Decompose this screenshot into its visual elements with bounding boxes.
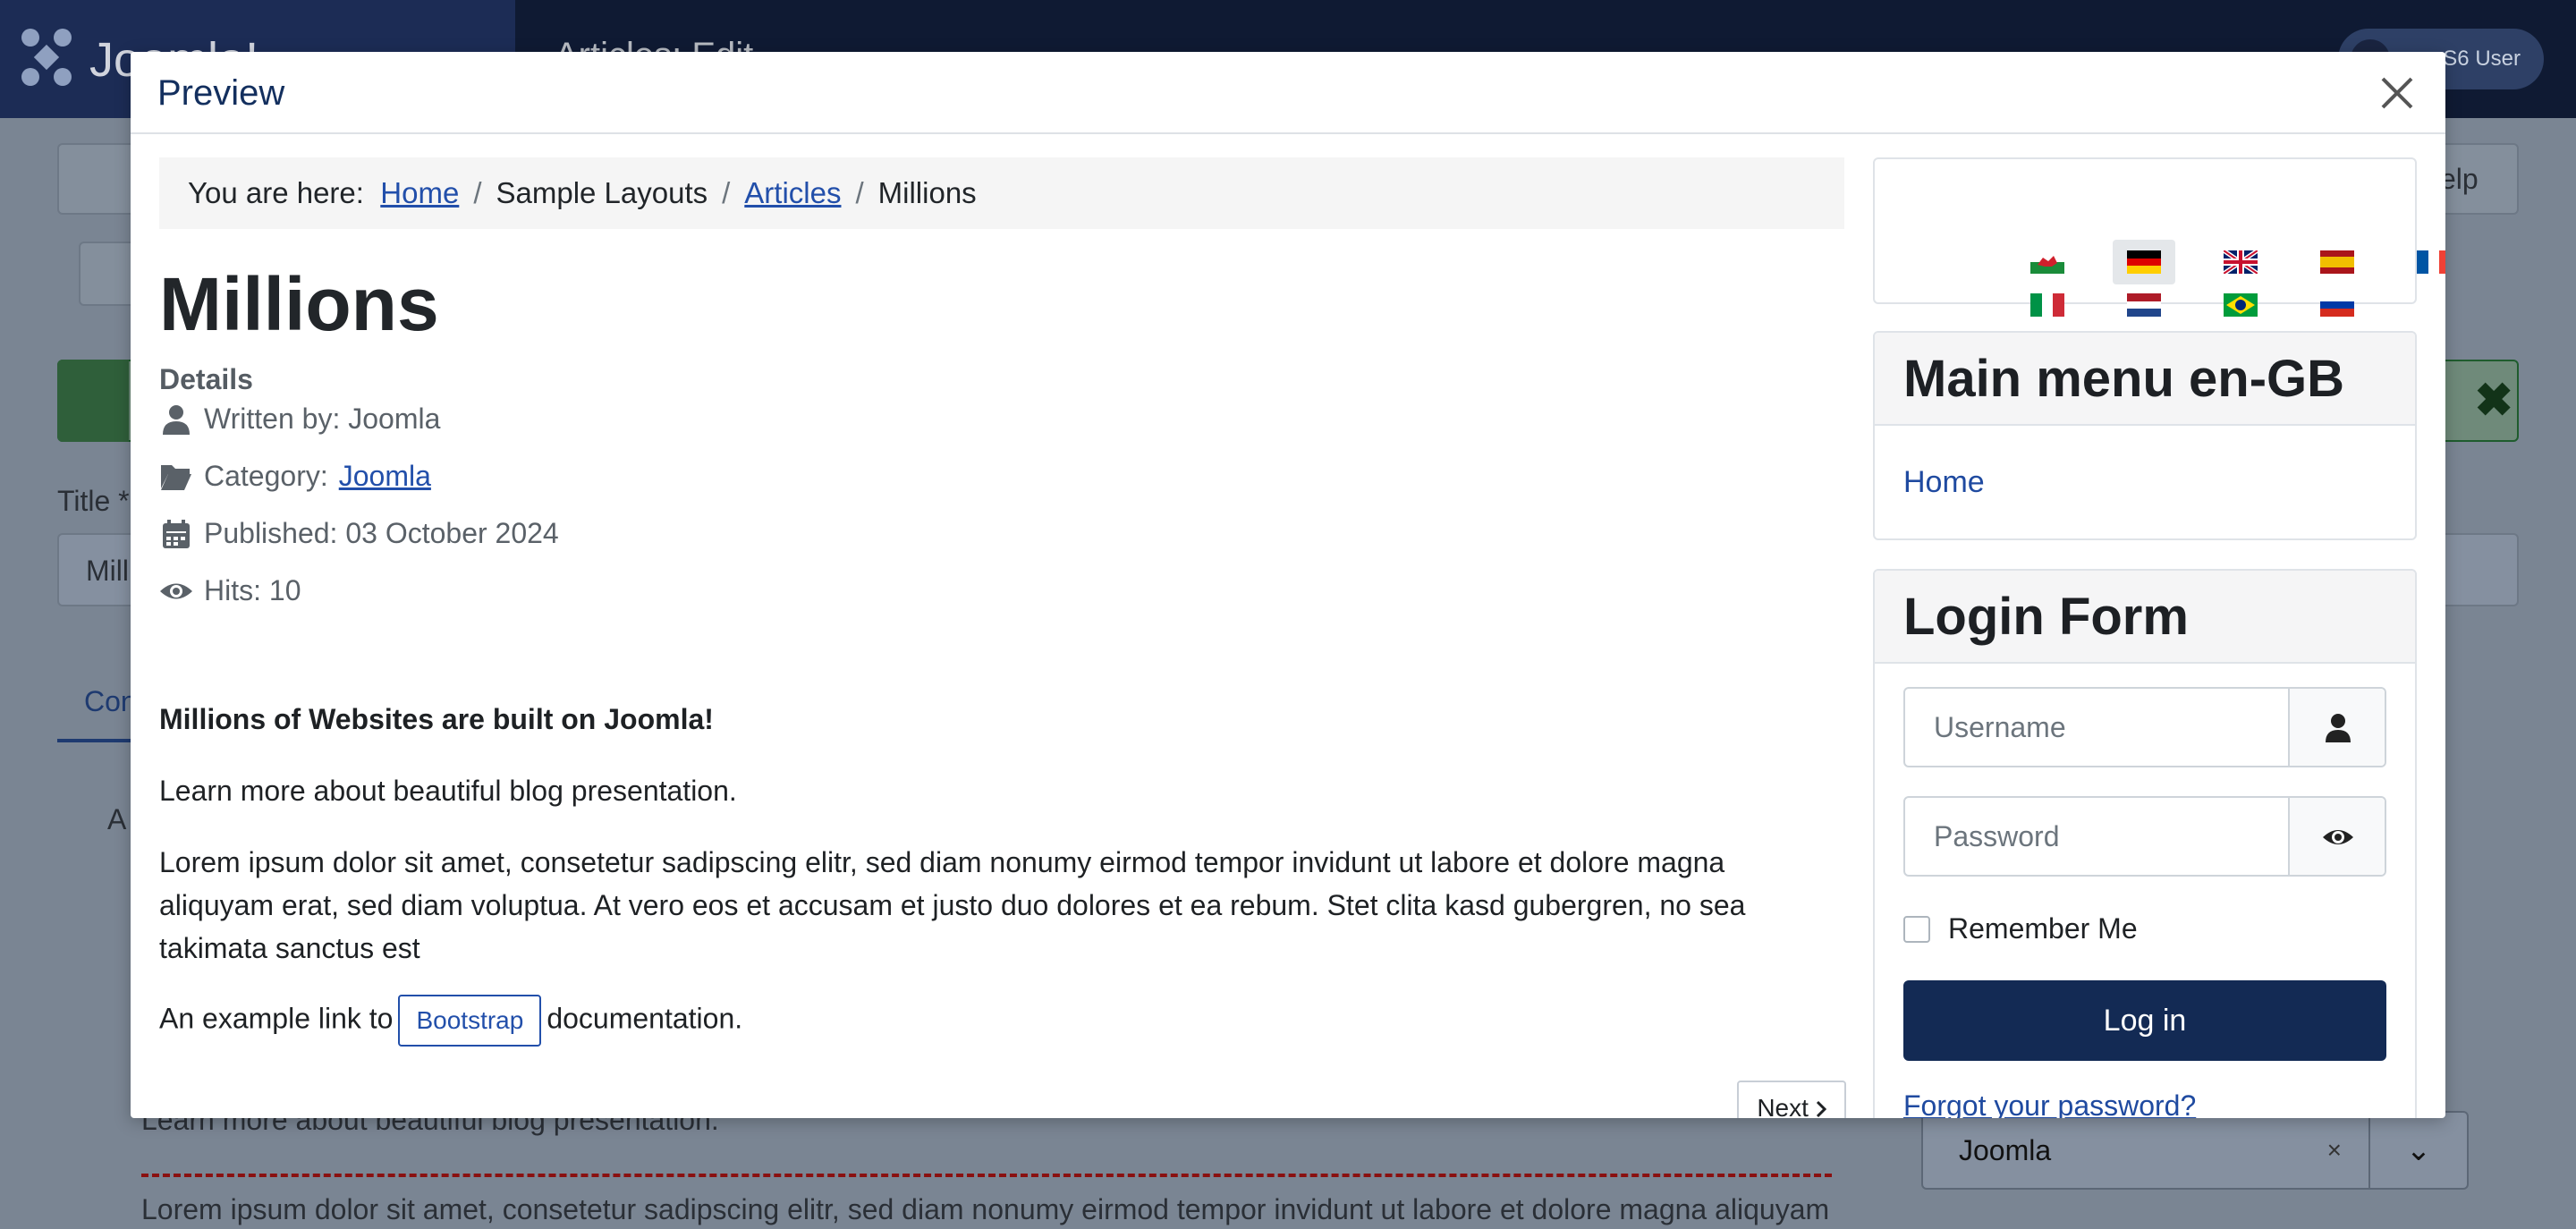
password-input[interactable]: Password <box>1903 796 2386 877</box>
author-text: Written by: Joomla <box>204 403 441 435</box>
breadcrumb-home[interactable]: Home <box>380 176 459 209</box>
category-meta: Category: Joomla <box>159 460 431 493</box>
link-paragraph: An example link to Bootstrap documentation… <box>159 995 1844 1047</box>
tab-content[interactable]: Con <box>84 685 137 718</box>
close-icon[interactable]: ✖ <box>2474 374 2513 428</box>
title-label: Title * <box>57 485 130 517</box>
user-label: S6 User <box>2443 47 2521 71</box>
field-label: A <box>107 803 127 835</box>
category-select-bg[interactable]: Joomla × ⌄ <box>1921 1111 2469 1190</box>
tab-underline <box>57 739 134 742</box>
breadcrumb-prefix: You are here: <box>188 176 364 209</box>
user-icon <box>2326 714 2351 742</box>
eye-icon <box>160 583 192 598</box>
close-icon[interactable] <box>2374 70 2420 116</box>
chevron-down-icon[interactable]: ⌄ <box>2368 1113 2467 1188</box>
login-title: Login Form <box>1875 571 2415 664</box>
folder-open-icon <box>161 464 191 490</box>
modal-header: Preview <box>131 52 2445 134</box>
success-alert-icon-box <box>57 360 129 442</box>
eye-icon <box>2323 830 2353 844</box>
category-link[interactable]: Joomla <box>339 460 431 493</box>
login-button[interactable]: Log in <box>1903 980 2386 1061</box>
hits-meta: Hits: 10 <box>159 574 301 607</box>
breadcrumb: You are here: Home / Sample Layouts / Articl… <box>159 157 1844 229</box>
hits-text: Hits: 10 <box>204 574 301 606</box>
flag-italy-icon[interactable] <box>2030 293 2064 317</box>
forgot-password-link[interactable]: Forgot your password? <box>1903 1089 2196 1118</box>
article-title: Millions <box>159 262 439 346</box>
remember-me-checkbox[interactable] <box>1903 915 1930 943</box>
intro-paragraph: Learn more about beautiful blog presenta… <box>159 775 737 807</box>
flag-spain-icon[interactable] <box>2320 250 2354 274</box>
breadcrumb-separator: / <box>473 176 482 209</box>
username-placeholder: Username <box>1934 711 2066 743</box>
flag-uk-icon[interactable] <box>2224 250 2258 274</box>
readmore-divider <box>141 1174 1832 1177</box>
flag-germany-icon[interactable] <box>2127 250 2161 274</box>
remember-me-label: Remember Me <box>1948 912 2138 945</box>
help-label: elp <box>2440 163 2479 195</box>
details-heading: Details <box>159 363 253 395</box>
link-prefix: An example link to <box>159 1002 394 1035</box>
intro-heading: Millions of Websites are built on Joomla… <box>159 703 714 735</box>
flag-wales-icon[interactable] <box>2030 250 2064 274</box>
password-placeholder: Password <box>1934 820 2060 852</box>
next-button[interactable]: Next <box>1737 1081 1846 1118</box>
clear-icon[interactable]: × <box>2327 1136 2342 1165</box>
breadcrumb-articles[interactable]: Articles <box>744 176 841 209</box>
joomla-logo-icon <box>21 29 72 86</box>
breadcrumb-sample-layouts: Sample Layouts <box>496 176 708 209</box>
main-menu-title: Main menu en-GB <box>1875 333 2415 426</box>
flag-netherlands-icon[interactable] <box>2127 293 2161 317</box>
chevron-right-icon <box>1816 1100 1826 1118</box>
breadcrumb-separator: / <box>855 176 864 209</box>
username-input[interactable]: Username <box>1903 687 2386 767</box>
flag-russia-icon[interactable] <box>2320 293 2354 317</box>
username-addon <box>2288 689 2385 766</box>
editor-text-2: Lorem ipsum dolor sit amet, consetetur s… <box>141 1193 1830 1225</box>
show-password-button[interactable] <box>2288 798 2385 875</box>
published-meta: Published: 03 October 2024 <box>159 517 559 550</box>
category-select-value: Joomla <box>1959 1134 2052 1166</box>
breadcrumb-current: Millions <box>877 176 977 209</box>
preview-modal: Preview You are here: Home / Sample Layout… <box>131 52 2445 1118</box>
menu-item-home[interactable]: Home <box>1903 465 1985 500</box>
category-label: Category: <box>204 460 328 492</box>
title-value: Mill <box>86 555 129 587</box>
breadcrumb-separator: / <box>722 176 731 209</box>
flag-france-icon[interactable] <box>2417 250 2445 274</box>
published-text: Published: 03 October 2024 <box>204 517 559 549</box>
next-label: Next <box>1757 1094 1809 1118</box>
flag-brazil-icon[interactable] <box>2224 293 2258 317</box>
main-menu-module: Main menu en-GB Home <box>1873 331 2417 540</box>
link-suffix: documentation. <box>547 1002 743 1035</box>
remember-me: Remember Me <box>1903 912 2138 945</box>
calendar-icon <box>163 519 190 548</box>
lorem-paragraph: Lorem ipsum dolor sit amet, consetetur s… <box>159 846 1746 964</box>
user-icon <box>163 404 190 435</box>
login-module: Login Form Username Password Remember Me… <box>1873 569 2417 1118</box>
bootstrap-link[interactable]: Bootstrap <box>398 995 542 1047</box>
modal-title: Preview <box>157 73 285 113</box>
help-button-bg[interactable]: elp <box>2433 143 2519 215</box>
modal-body: You are here: Home / Sample Layouts / Articl… <box>131 134 2445 1118</box>
author-meta: Written by: Joomla <box>159 403 440 436</box>
